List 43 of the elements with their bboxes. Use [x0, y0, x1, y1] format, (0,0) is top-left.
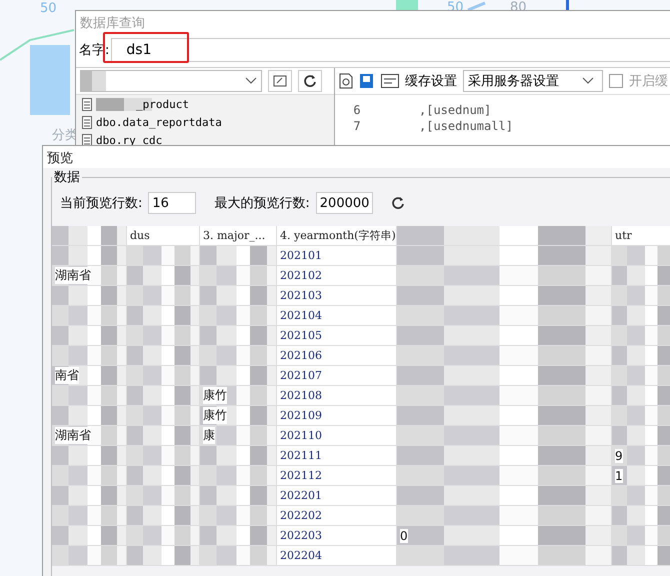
code-line: ,[usednumall]: [419, 119, 513, 135]
table-cell: 康: [200, 426, 277, 445]
document-icon[interactable]: [359, 73, 375, 89]
current-rows-field[interactable]: 16: [148, 192, 196, 214]
table-cell: 湖南省: [52, 426, 127, 445]
code-line: ,[usednum]: [419, 103, 492, 119]
cache-label: 缓存设置: [405, 73, 457, 90]
edit-icon[interactable]: [268, 70, 292, 92]
group-title: 数据: [53, 169, 81, 186]
chart-bar: [30, 45, 70, 115]
table-icon: [82, 116, 92, 128]
column-header: dus: [127, 226, 200, 245]
table-cell: 康竹: [200, 406, 277, 425]
table-cell: 湖南省: [52, 266, 127, 285]
line-number: 7: [353, 119, 361, 135]
chevron-down-icon: [245, 77, 257, 85]
table-cell: 南省: [52, 366, 127, 385]
field-label: 当前预览行数:: [60, 195, 142, 212]
chart-line: [467, 2, 486, 12]
table-cell: 1: [612, 466, 670, 485]
refresh-icon[interactable]: [391, 196, 406, 210]
field-label: 最大的预览行数:: [214, 195, 310, 212]
window-title: 预览: [47, 150, 73, 167]
window-title: 数据库查询: [80, 15, 145, 32]
cache-select[interactable]: 采用服务器设置: [463, 70, 603, 92]
table-cell: 0: [397, 526, 612, 545]
max-rows-field[interactable]: 200000: [316, 192, 374, 214]
chevron-down-icon: [582, 77, 594, 85]
table-name[interactable]: dbo.data_reportdata: [96, 116, 222, 128]
checkbox-label: 开启缓: [629, 73, 668, 90]
column-header: 3. major_...: [200, 226, 277, 245]
line-number: 6: [353, 103, 361, 119]
table-cell: 9: [612, 446, 670, 465]
table-icon: [82, 98, 92, 110]
table-name[interactable]: dbo.ry_cdc: [96, 134, 162, 146]
chart-label: 50: [40, 1, 57, 16]
cache-checkbox[interactable]: [609, 74, 623, 88]
chart-bar: [396, 0, 418, 10]
table-cell: 康竹: [200, 386, 277, 405]
preview-icon[interactable]: [339, 73, 353, 89]
name-field[interactable]: ds1: [111, 38, 670, 62]
column-header: utr: [612, 226, 670, 245]
table-name[interactable]: _product: [96, 98, 189, 110]
